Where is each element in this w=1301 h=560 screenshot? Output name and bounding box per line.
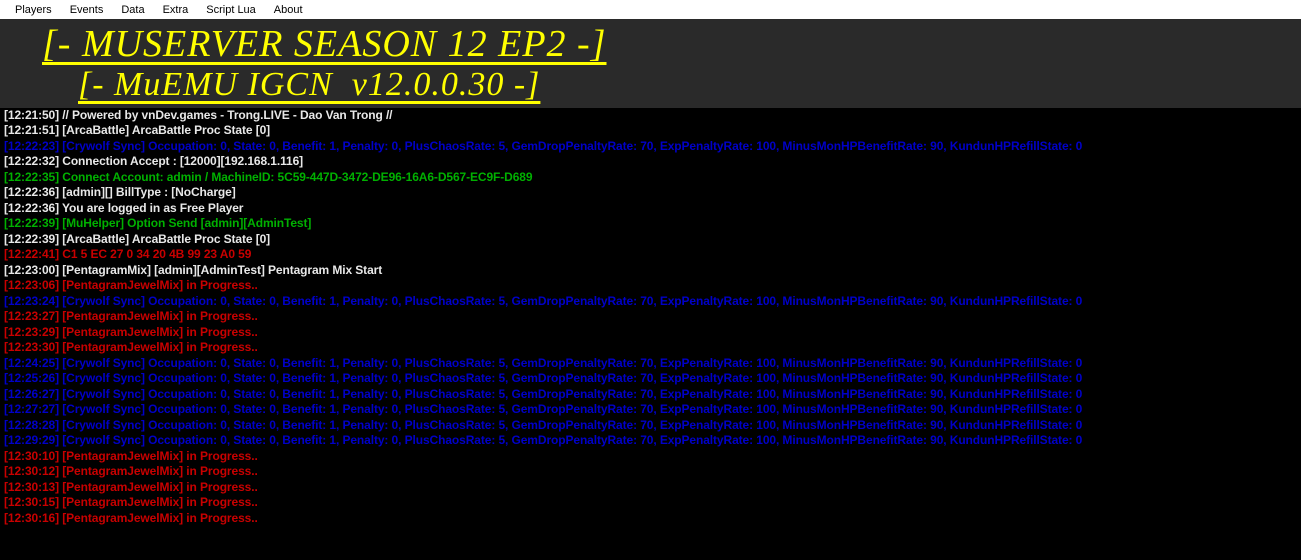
log-line: [12:22:23] [Crywolf Sync] Occupation: 0,… [4,139,1297,155]
log-line: [12:30:16] [PentagramJewelMix] in Progre… [4,511,1297,527]
log-line: [12:23:29] [PentagramJewelMix] in Progre… [4,325,1297,341]
log-line: [12:30:12] [PentagramJewelMix] in Progre… [4,464,1297,480]
log-line: [12:22:39] [ArcaBattle] ArcaBattle Proc … [4,232,1297,248]
menu-extra[interactable]: Extra [154,3,198,17]
log-line: [12:21:51] [ArcaBattle] ArcaBattle Proc … [4,123,1297,139]
log-line: [12:22:36] You are logged in as Free Pla… [4,201,1297,217]
log-line: [12:27:27] [Crywolf Sync] Occupation: 0,… [4,402,1297,418]
log-line: [12:25:26] [Crywolf Sync] Occupation: 0,… [4,371,1297,387]
log-line: [12:23:30] [PentagramJewelMix] in Progre… [4,340,1297,356]
log-line: [12:30:13] [PentagramJewelMix] in Progre… [4,480,1297,496]
log-line: [12:22:39] [MuHelper] Option Send [admin… [4,216,1297,232]
log-line: [12:24:25] [Crywolf Sync] Occupation: 0,… [4,356,1297,372]
menu-events[interactable]: Events [61,3,113,17]
log-line: [12:23:00] [PentagramMix] [admin][AdminT… [4,263,1297,279]
log-line: [12:29:29] [Crywolf Sync] Occupation: 0,… [4,433,1297,449]
log-line: [12:21:50] // Powered by vnDev.games - T… [4,108,1297,124]
menu-data[interactable]: Data [112,3,153,17]
log-line: [12:22:36] [admin][] BillType : [NoCharg… [4,185,1297,201]
log-line: [12:23:27] [PentagramJewelMix] in Progre… [4,309,1297,325]
log-line: [12:30:15] [PentagramJewelMix] in Progre… [4,495,1297,511]
banner-line-1: [- MUSERVER SEASON 12 EP2 -] [0,25,1301,63]
log-line: [12:30:10] [PentagramJewelMix] in Progre… [4,449,1297,465]
log-line: [12:22:41] C1 5 EC 27 0 34 20 4B 99 23 A… [4,247,1297,263]
menu-script-lua[interactable]: Script Lua [197,3,265,17]
log-line: [12:22:32] Connection Accept : [12000][1… [4,154,1297,170]
log-line: [12:23:24] [Crywolf Sync] Occupation: 0,… [4,294,1297,310]
banner-line-2: [- MuEMU IGCN v12.0.0.30 -] [0,65,1301,106]
menu-about[interactable]: About [265,3,312,17]
banner: [- MUSERVER SEASON 12 EP2 -] [- MuEMU IG… [0,19,1301,108]
menu-bar: Players Events Data Extra Script Lua Abo… [0,0,1301,19]
log-line: [12:28:28] [Crywolf Sync] Occupation: 0,… [4,418,1297,434]
log-line: [12:26:27] [Crywolf Sync] Occupation: 0,… [4,387,1297,403]
menu-players[interactable]: Players [6,3,61,17]
console-log[interactable]: [12:21:50] // Powered by vnDev.games - T… [0,108,1301,527]
log-line: [12:23:06] [PentagramJewelMix] in Progre… [4,278,1297,294]
log-line: [12:22:35] Connect Account: admin / Mach… [4,170,1297,186]
